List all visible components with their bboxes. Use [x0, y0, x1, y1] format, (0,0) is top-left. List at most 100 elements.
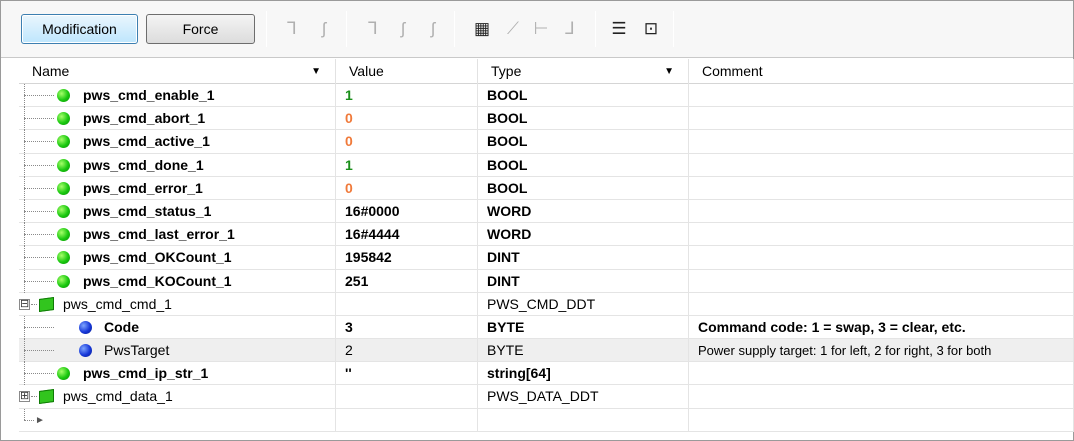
- value-cell[interactable]: 16#4444: [336, 223, 478, 247]
- name-cell: pws_cmd_enable_1: [19, 84, 336, 107]
- variable-ball-icon: [57, 89, 70, 102]
- column-header-name[interactable]: Name ▼: [19, 59, 336, 84]
- value-cell[interactable]: 0: [336, 107, 478, 131]
- new-row-pointer-icon: ►: [35, 414, 45, 426]
- table-row[interactable]: pws_cmd_error_1 0 BOOL: [19, 176, 1074, 200]
- type-cell: BOOL: [478, 107, 689, 131]
- column-header-value[interactable]: Value: [336, 59, 478, 84]
- comment-cell[interactable]: [689, 292, 1074, 316]
- table-row[interactable]: pws_cmd_ip_str_1 '' string[64]: [19, 362, 1074, 386]
- unforce-icon[interactable]: ʃ: [421, 17, 445, 41]
- name-cell: ⊞ pws_cmd_data_1: [19, 385, 336, 409]
- type-cell: [478, 408, 689, 432]
- comment-cell[interactable]: [689, 385, 1074, 409]
- rt-icon[interactable]: ⊡: [639, 17, 663, 41]
- force-to-0-icon[interactable]: ʃ: [391, 17, 415, 41]
- name-cell: pws_cmd_active_1: [19, 130, 336, 154]
- comment-cell[interactable]: Command code: 1 = swap, 3 = clear, etc.: [689, 315, 1074, 339]
- value-cell[interactable]: 1: [336, 153, 478, 177]
- value-cell[interactable]: [336, 408, 478, 432]
- bracket-icon[interactable]: ⊢: [529, 17, 553, 41]
- force-to-1-icon[interactable]: ⅂: [361, 17, 385, 41]
- tree-line: [24, 280, 54, 282]
- sort-dropdown-icon[interactable]: ▼: [311, 59, 321, 84]
- tree-line: [24, 164, 54, 166]
- value-cell[interactable]: 0: [336, 176, 478, 200]
- slash-icon[interactable]: ⟋: [501, 17, 525, 41]
- table-row[interactable]: pws_cmd_done_1 1 BOOL: [19, 153, 1074, 177]
- new-entry-row[interactable]: ►: [19, 408, 1074, 432]
- table-row[interactable]: pws_cmd_abort_1 0 BOOL: [19, 107, 1074, 131]
- reverse-icon[interactable]: ⅃: [558, 17, 582, 41]
- column-header-type[interactable]: Type ▼: [478, 59, 689, 84]
- value-cell[interactable]: 195842: [336, 246, 478, 270]
- set-to-1-icon[interactable]: ⅂: [280, 17, 304, 41]
- value-cell[interactable]: 2: [336, 339, 478, 363]
- variable-name: pws_cmd_active_1: [83, 133, 210, 150]
- variable-name: pws_cmd_done_1: [83, 156, 204, 173]
- comment-cell[interactable]: Power supply target: 1 for left, 2 for r…: [689, 339, 1074, 363]
- variable-ball-icon: [57, 112, 70, 126]
- variable-name: pws_cmd_enable_1: [83, 87, 215, 103]
- variable-name: pws_cmd_error_1: [83, 179, 203, 196]
- type-cell: WORD: [478, 223, 689, 247]
- table-row-selected[interactable]: PwsTarget 2 BYTE Power supply target: 1 …: [19, 339, 1074, 363]
- comment-cell[interactable]: [689, 130, 1074, 154]
- comment-cell[interactable]: [689, 362, 1074, 386]
- comment-cell[interactable]: [689, 246, 1074, 270]
- field-ball-icon: [79, 344, 92, 358]
- tree-line: [24, 141, 54, 143]
- column-header-name-label: Name: [32, 63, 70, 79]
- name-cell: pws_cmd_ip_str_1: [19, 362, 336, 386]
- value-cell[interactable]: 3: [336, 315, 478, 339]
- column-header-comment[interactable]: Comment: [689, 59, 1074, 84]
- toolbar-separator: [673, 11, 674, 47]
- value-cell[interactable]: [336, 385, 478, 409]
- value-cell[interactable]: 16#0000: [336, 199, 478, 223]
- comment-cell[interactable]: [689, 153, 1074, 177]
- force-button[interactable]: Force: [146, 14, 255, 44]
- modification-button[interactable]: Modification: [21, 14, 138, 44]
- table-row[interactable]: ⊞ pws_cmd_data_1 PWS_DATA_DDT: [19, 385, 1074, 409]
- toolbar-separator: [346, 11, 347, 47]
- name-cell: PwsTarget: [19, 339, 336, 363]
- value-cell[interactable]: '': [336, 362, 478, 386]
- comment-cell[interactable]: [689, 176, 1074, 200]
- tree-line: [24, 118, 54, 120]
- grid-icon[interactable]: ▦: [470, 17, 494, 41]
- table-row[interactable]: pws_cmd_status_1 16#0000 WORD: [19, 199, 1074, 224]
- table-row[interactable]: ⊟ pws_cmd_cmd_1 PWS_CMD_DDT: [19, 292, 1074, 316]
- formatting-icon[interactable]: ☰: [607, 17, 631, 41]
- table-row[interactable]: pws_cmd_OKCount_1 195842 DINT: [19, 246, 1074, 270]
- table-row[interactable]: Code 3 BYTE Command code: 1 = swap, 3 = …: [19, 315, 1074, 340]
- comment-cell[interactable]: [689, 408, 1074, 432]
- filter-dropdown-icon[interactable]: ▼: [664, 59, 674, 84]
- type-cell: PWS_CMD_DDT: [478, 292, 689, 316]
- collapse-icon[interactable]: ⊟: [19, 298, 30, 310]
- table-row[interactable]: pws_cmd_active_1 0 BOOL: [19, 130, 1074, 154]
- table-row[interactable]: pws_cmd_enable_1 1 BOOL: [19, 84, 1074, 108]
- type-cell: DINT: [478, 246, 689, 270]
- tree-line: [24, 326, 54, 328]
- value-cell[interactable]: 1: [336, 84, 478, 107]
- tree-line: [24, 95, 54, 96]
- comment-cell[interactable]: [689, 107, 1074, 131]
- value-cell[interactable]: 0: [336, 130, 478, 154]
- expand-icon[interactable]: ⊞: [19, 391, 30, 403]
- name-cell: pws_cmd_OKCount_1: [19, 246, 336, 270]
- name-cell: pws_cmd_error_1: [19, 176, 336, 200]
- comment-cell[interactable]: [689, 223, 1074, 247]
- table-row[interactable]: pws_cmd_KOCount_1 251 DINT: [19, 269, 1074, 293]
- comment-cell[interactable]: [689, 269, 1074, 293]
- comment-cell[interactable]: [689, 84, 1074, 107]
- type-cell: BYTE: [478, 315, 689, 339]
- value-cell[interactable]: [336, 292, 478, 316]
- name-cell: pws_cmd_last_error_1: [19, 223, 336, 247]
- comment-cell[interactable]: [689, 199, 1074, 223]
- value-cell[interactable]: 251: [336, 269, 478, 293]
- variable-name: pws_cmd_data_1: [63, 388, 173, 405]
- tree-line: [24, 373, 54, 375]
- table-row[interactable]: pws_cmd_last_error_1 16#4444 WORD: [19, 223, 1074, 247]
- name-cell: pws_cmd_abort_1: [19, 107, 336, 131]
- set-to-0-icon[interactable]: ʃ: [312, 17, 336, 41]
